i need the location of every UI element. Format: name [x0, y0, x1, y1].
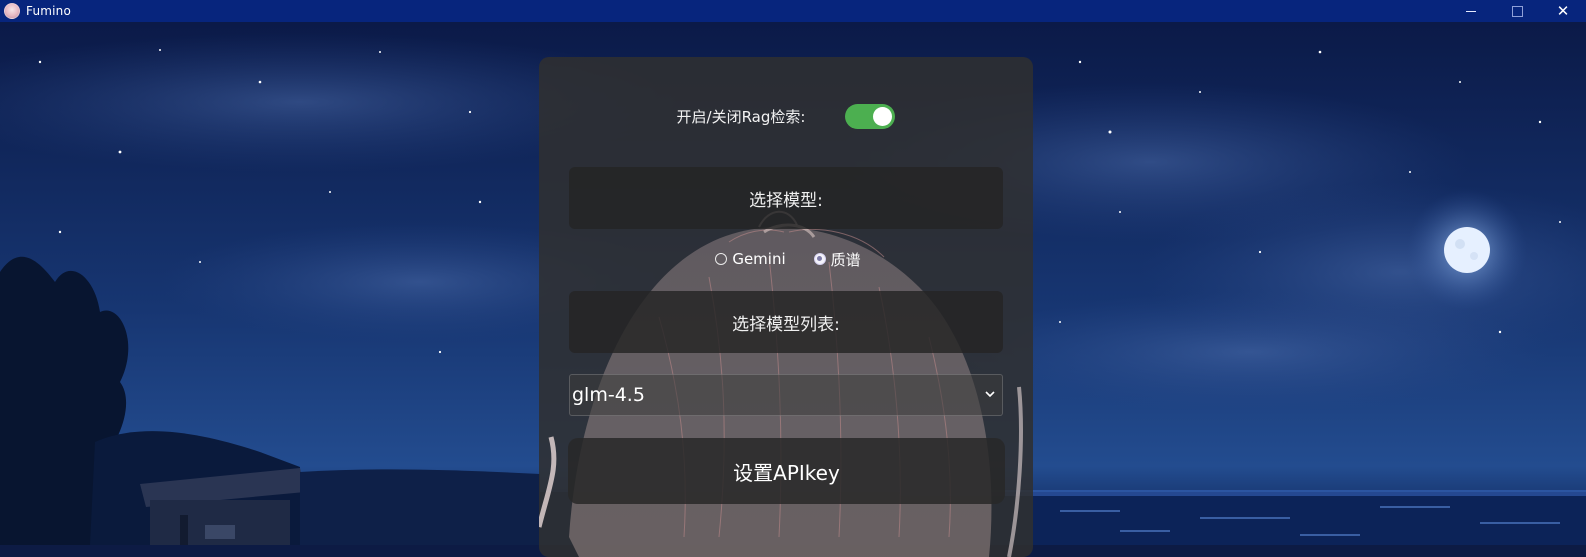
close-icon: ✕ [1556, 1, 1570, 20]
window-controls: ✕ [1448, 0, 1586, 22]
model-list-header-label: 选择模型列表: [732, 314, 840, 335]
set-apikey-button[interactable]: 设置APIkey [568, 438, 1005, 504]
window-title: Fumino [26, 4, 72, 18]
model-header: 选择模型: [569, 167, 1003, 229]
model-select-dropdown[interactable]: glm-4.5 [569, 374, 1003, 416]
chevron-down-icon [985, 391, 995, 398]
radio-label-zhipu: 质谱 [830, 250, 861, 269]
minimize-icon [1466, 10, 1476, 12]
set-apikey-button-label: 设置APIkey [733, 460, 840, 485]
maximize-icon [1511, 5, 1523, 17]
rag-toggle-label: 开启/关闭Rag检索: [676, 107, 806, 126]
title-bar: Fumino ✕ [0, 0, 1586, 22]
minimize-button[interactable] [1448, 0, 1494, 22]
radio-option-gemini[interactable]: Gemini [715, 250, 786, 268]
app-avatar-icon [4, 3, 20, 19]
radio-unchecked-icon[interactable] [715, 253, 728, 265]
close-button[interactable]: ✕ [1540, 0, 1586, 22]
radio-option-zhipu[interactable]: 质谱 [813, 249, 861, 270]
settings-panel: 开启/关闭Rag检索: 选择模型: Gemini 质谱 选择模型列表: glm-… [539, 57, 1033, 557]
model-list-header: 选择模型列表: [569, 291, 1003, 353]
model-select-value: glm-4.5 [572, 384, 645, 406]
provider-radio-group: Gemini 质谱 [539, 246, 1033, 272]
rag-toggle-row: 开启/关闭Rag检索: [539, 101, 1033, 131]
maximize-button[interactable] [1494, 0, 1540, 22]
model-header-label: 选择模型: [749, 190, 823, 211]
toggle-knob [873, 106, 893, 126]
rag-toggle-switch[interactable] [845, 103, 896, 129]
radio-label-gemini: Gemini [732, 250, 786, 268]
radio-checked-icon[interactable] [813, 253, 826, 265]
